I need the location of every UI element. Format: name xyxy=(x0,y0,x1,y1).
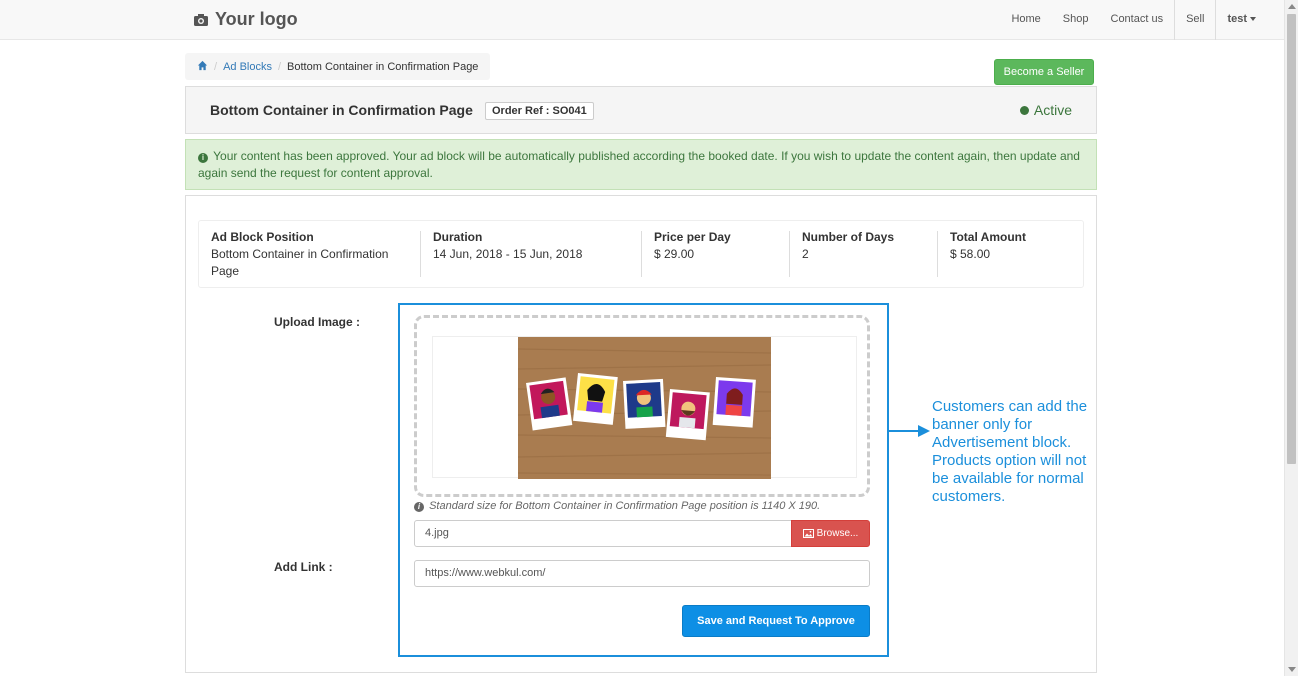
summary-value: $ 29.00 xyxy=(654,247,695,261)
status-dot-icon xyxy=(1019,105,1029,115)
upload-image-label: Upload Image : xyxy=(274,315,361,329)
breadcrumb-separator: / xyxy=(214,60,218,73)
become-seller-button[interactable]: Become a Seller xyxy=(994,59,1094,85)
scroll-up-icon[interactable] xyxy=(1288,4,1296,9)
summary-days: Number of Days 2 xyxy=(789,230,937,277)
summary-label: Total Amount xyxy=(950,230,1026,244)
add-link-label: Add Link : xyxy=(274,560,333,574)
breadcrumb-separator: / xyxy=(277,60,282,73)
summary-label: Price per Day xyxy=(654,230,731,244)
image-size-hint: i Standard size for Bottom Container in … xyxy=(414,500,820,512)
summary-position: Ad Block Position Bottom Container in Co… xyxy=(199,221,420,287)
info-icon: i xyxy=(198,153,208,163)
summary-value: $ 58.00 xyxy=(950,247,991,261)
navbar: Your logo Home Shop Contact us Sell test xyxy=(0,0,1284,40)
camera-icon xyxy=(194,13,208,26)
browse-label: Browse... xyxy=(816,528,859,539)
summary-label: Number of Days xyxy=(802,230,895,244)
save-request-approve-button[interactable]: Save and Request To Approve xyxy=(682,605,870,637)
nav-contact[interactable]: Contact us xyxy=(1100,0,1175,40)
summary-duration: Duration 14 Jun, 2018 - 15 Jun, 2018 xyxy=(420,230,641,277)
scrollbar[interactable] xyxy=(1284,0,1298,676)
user-name: test xyxy=(1227,13,1247,25)
banner-image xyxy=(518,337,771,479)
booking-summary: Ad Block Position Bottom Container in Co… xyxy=(198,220,1084,288)
summary-price: Price per Day $ 29.00 xyxy=(641,230,789,277)
info-icon: i xyxy=(414,502,424,512)
hint-text: Standard size for Bottom Container in Co… xyxy=(429,500,821,512)
scroll-thumb[interactable] xyxy=(1287,14,1296,464)
breadcrumb: / Ad Blocks / Bottom Container in Confir… xyxy=(185,53,491,80)
home-icon[interactable] xyxy=(197,60,208,73)
summary-total: Total Amount $ 58.00 xyxy=(937,230,1083,277)
summary-label: Duration xyxy=(433,230,483,244)
status-text: Active xyxy=(1033,102,1072,118)
status-badge: Active xyxy=(1019,102,1072,118)
image-dropzone[interactable] xyxy=(414,315,870,497)
browse-button[interactable]: Browse... xyxy=(791,520,870,547)
link-input[interactable]: https://www.webkul.com/ xyxy=(414,560,870,587)
scroll-down-icon[interactable] xyxy=(1288,667,1296,672)
image-icon xyxy=(802,529,814,538)
summary-value: Bottom Container in Confirmation Page xyxy=(211,247,389,278)
callout-note: Customers can add the banner only for Ad… xyxy=(932,398,1088,505)
user-menu[interactable]: test xyxy=(1216,0,1270,40)
summary-label: Ad Block Position xyxy=(211,230,314,244)
image-preview xyxy=(432,336,857,479)
approval-alert: i Your content has been approved. Your a… xyxy=(185,139,1097,190)
chevron-down-icon xyxy=(1250,17,1256,22)
alert-message: Your content has been approved. Your ad … xyxy=(198,149,1080,180)
nav-shop[interactable]: Shop xyxy=(1052,0,1100,40)
breadcrumb-ad-blocks[interactable]: Ad Blocks xyxy=(223,61,272,73)
arrow-right-icon xyxy=(888,425,930,437)
summary-value: 14 Jun, 2018 - 15 Jun, 2018 xyxy=(433,247,583,261)
breadcrumb-current: Bottom Container in Confirmation Page xyxy=(287,60,479,73)
order-ref-badge: Order Ref : SO041 xyxy=(485,102,594,120)
page-title: Bottom Container in Confirmation Page xyxy=(210,102,473,118)
summary-value: 2 xyxy=(802,247,809,261)
nav-sell[interactable]: Sell xyxy=(1175,0,1215,40)
ad-block-header: Bottom Container in Confirmation Page Or… xyxy=(185,86,1097,134)
file-name-field[interactable]: 4.jpg xyxy=(414,520,792,547)
logo-text: Your logo xyxy=(215,9,298,29)
highlight-box: i Standard size for Bottom Container in … xyxy=(398,303,889,657)
logo[interactable]: Your logo xyxy=(193,9,298,30)
nav-home[interactable]: Home xyxy=(1000,0,1051,40)
